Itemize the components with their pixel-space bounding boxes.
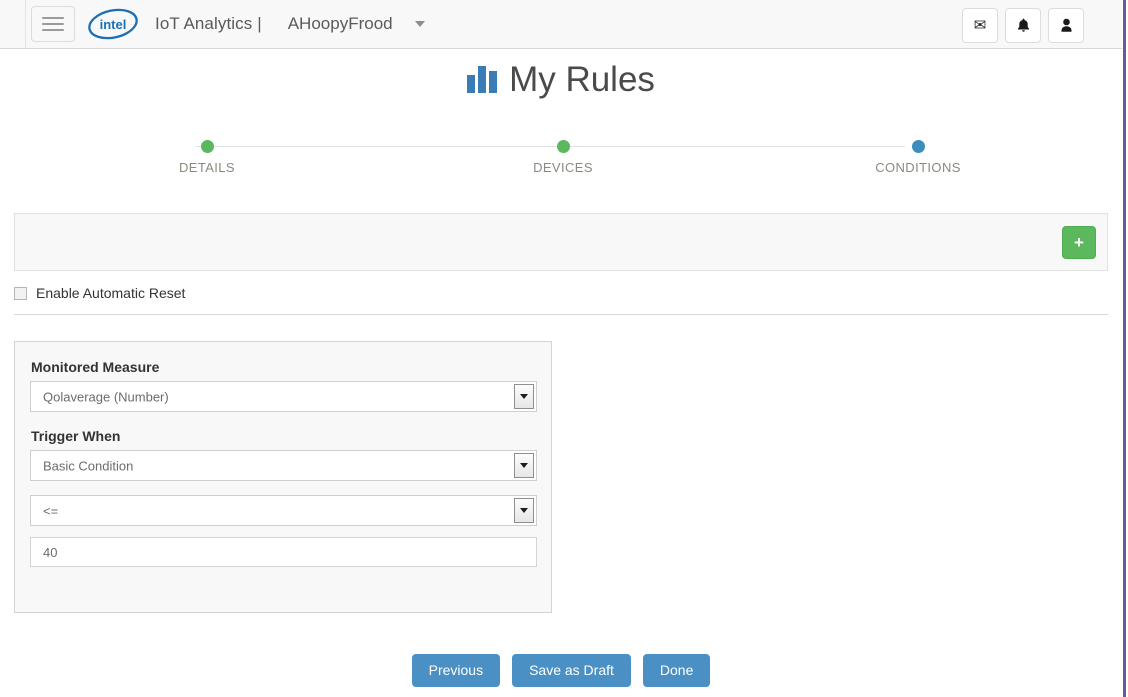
chevron-down-icon[interactable]	[514, 384, 534, 409]
stepper-step-conditions[interactable]: CONDITIONS	[858, 136, 978, 175]
stepper-dot-conditions	[911, 140, 925, 153]
add-action-button[interactable]: +	[1062, 226, 1096, 259]
navbar-left-group: intel IoT Analytics | AHoopyFrood	[0, 0, 425, 48]
stepper-step-devices[interactable]: DEVICES	[513, 136, 613, 175]
wizard-footer-buttons: Previous Save as Draft Done	[0, 654, 1122, 687]
enable-automatic-reset-label[interactable]: Enable Automatic Reset	[36, 285, 185, 301]
hamburger-icon[interactable]	[31, 6, 75, 42]
previous-button[interactable]: Previous	[411, 654, 501, 687]
stepper-dot-details	[200, 140, 214, 153]
bell-glyph	[1017, 18, 1029, 32]
stepper-step-details[interactable]: DETAILS	[157, 136, 257, 175]
trigger-when-select[interactable]: Basic Condition	[30, 450, 537, 481]
operator-select[interactable]: <=	[30, 495, 537, 526]
mail-icon[interactable]: ✉	[962, 8, 998, 43]
bar-chart-bar	[478, 66, 487, 93]
page-title-wrapper: My Rules	[0, 62, 1122, 97]
chevron-down-icon[interactable]	[414, 21, 425, 27]
trigger-when-label: Trigger When	[31, 428, 121, 444]
svg-text:intel: intel	[100, 17, 127, 32]
hamburger-bar	[42, 17, 64, 19]
account-name[interactable]: AHoopyFrood	[288, 14, 393, 34]
monitored-measure-label: Monitored Measure	[31, 359, 160, 375]
hamburger-bar	[42, 29, 64, 31]
trigger-when-value: Basic Condition	[43, 458, 134, 473]
bell-icon[interactable]	[1005, 8, 1041, 43]
user-icon[interactable]	[1048, 8, 1084, 43]
hamburger-bar	[42, 23, 64, 25]
mail-glyph: ✉	[973, 17, 987, 34]
wizard-stepper: DETAILS DEVICES CONDITIONS	[0, 136, 1122, 182]
stepper-label-devices: DEVICES	[533, 160, 593, 175]
enable-automatic-reset-checkbox[interactable]	[14, 286, 27, 300]
monitored-measure-value: Qolaverage (Number)	[43, 389, 169, 404]
stepper-dot-devices	[556, 140, 570, 153]
done-button[interactable]: Done	[642, 654, 711, 687]
chevron-down-icon[interactable]	[514, 453, 534, 478]
bar-chart-bar	[467, 75, 476, 93]
page-title: My Rules	[509, 60, 655, 99]
automatic-reset-row: Enable Automatic Reset	[14, 285, 185, 301]
condition-form-panel: Monitored Measure Qolaverage (Number) Tr…	[14, 341, 552, 613]
actions-panel: +	[14, 213, 1108, 271]
navbar-right-group: ✉	[962, 8, 1084, 43]
chevron-down-icon[interactable]	[514, 498, 534, 523]
monitored-measure-select[interactable]: Qolaverage (Number)	[30, 381, 537, 412]
right-edge-strip	[1123, 0, 1126, 697]
user-glyph	[1061, 18, 1071, 32]
intel-logo[interactable]: intel	[87, 8, 139, 40]
stepper-label-details: DETAILS	[178, 160, 236, 175]
section-divider	[14, 314, 1108, 315]
bar-chart-icon	[467, 63, 498, 93]
operator-value: <=	[43, 503, 59, 518]
stepper-label-conditions: CONDITIONS	[875, 160, 961, 175]
brand-title: IoT Analytics |	[155, 14, 262, 33]
threshold-input[interactable]	[30, 537, 537, 567]
bar-chart-bar	[489, 71, 498, 93]
top-navbar: intel IoT Analytics | AHoopyFrood ✉	[0, 0, 1122, 49]
save-as-draft-button[interactable]: Save as Draft	[512, 654, 631, 687]
